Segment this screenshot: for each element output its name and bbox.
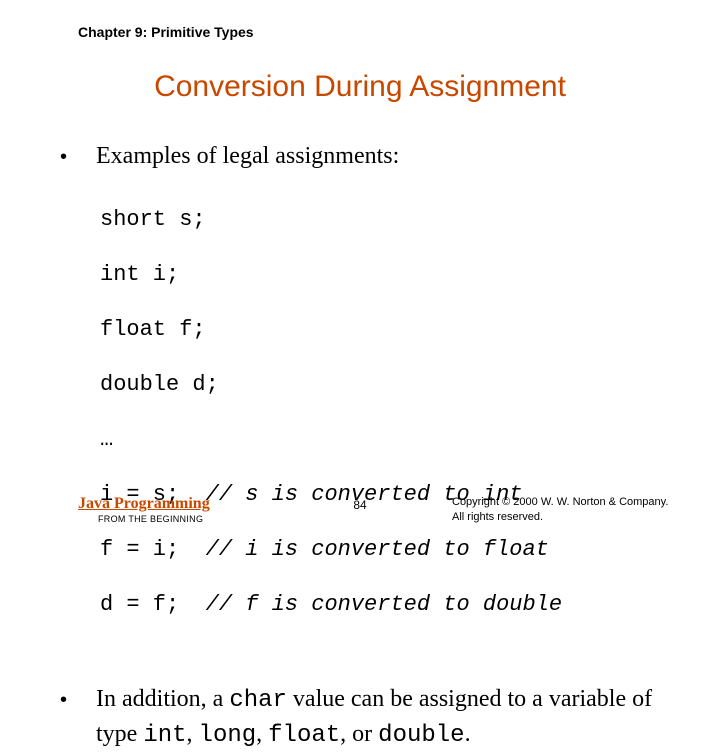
bullet-2-code-double: double <box>378 722 464 749</box>
slide-content: •Examples of legal assignments: short s;… <box>78 140 658 756</box>
code-line-4: double d; <box>100 371 658 399</box>
footer-copyright: Copyright © 2000 W. W. Norton & Company.… <box>452 495 672 524</box>
bullet-2-end: . <box>465 721 471 747</box>
code-line-7-comment: // i is converted to float <box>206 537 549 562</box>
bullet-2-code-int: int <box>143 722 186 749</box>
code-line-2: int i; <box>100 261 658 289</box>
bullet-2-code-long: long <box>199 722 257 749</box>
code-line-3: float f; <box>100 316 658 344</box>
copyright-line-2: All rights reserved. <box>452 510 672 524</box>
bullet-2-code-char: char <box>229 687 287 714</box>
slide-title: Conversion During Assignment <box>0 70 720 104</box>
code-line-8-stmt: d = f; <box>100 592 206 617</box>
code-line-5: … <box>100 426 658 454</box>
code-line-1: short s; <box>100 206 658 234</box>
copyright-line-1: Copyright © 2000 W. W. Norton & Company. <box>452 495 672 509</box>
bullet-dot: • <box>78 144 96 171</box>
bullet-2-sep-2: , <box>256 721 268 747</box>
chapter-header: Chapter 9: Primitive Types <box>78 24 254 40</box>
bullet-2-sep-1: , <box>187 721 199 747</box>
bullet-2-part-1: In addition, a <box>96 686 229 712</box>
bullet-1: •Examples of legal assignments: <box>78 140 658 172</box>
code-block: short s; int i; float f; double d; … i =… <box>100 178 658 673</box>
code-line-8: d = f; // f is converted to double <box>100 591 658 619</box>
code-line-7-stmt: f = i; <box>100 537 206 562</box>
code-line-7: f = i; // i is converted to float <box>100 536 658 564</box>
footer: Java Programming FROM THE BEGINNING 84 C… <box>0 492 720 524</box>
footer-subbrand: FROM THE BEGINNING <box>98 514 210 524</box>
bullet-2: •In addition, a char value can be assign… <box>78 683 658 752</box>
code-line-8-comment: // f is converted to double <box>206 592 562 617</box>
bullet-dot: • <box>78 687 96 714</box>
bullet-2-code-float: float <box>268 722 340 749</box>
bullet-2-sep-3: , or <box>340 721 378 747</box>
bullet-1-text: Examples of legal assignments: <box>96 143 399 169</box>
